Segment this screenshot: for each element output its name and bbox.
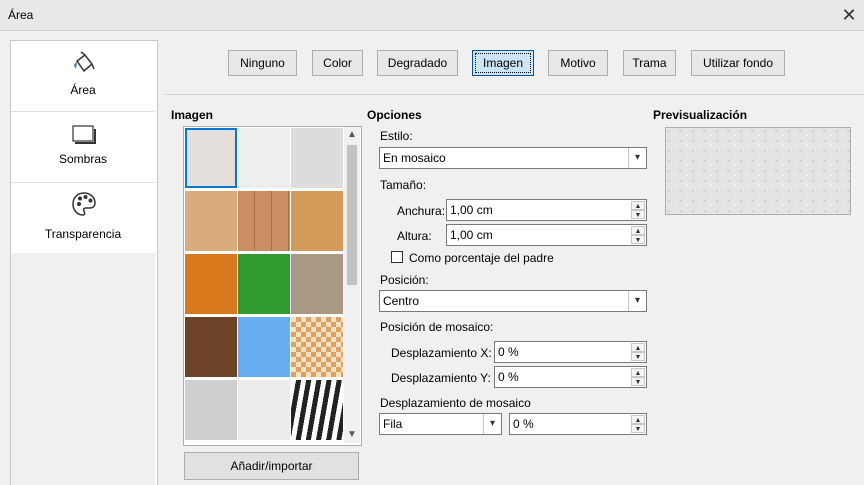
- preview-box: [665, 127, 851, 215]
- position-label: Posición:: [380, 273, 429, 287]
- position-select[interactable]: Centro ▾: [379, 290, 647, 312]
- tile-offset-field[interactable]: 0 % ▲ ▼: [509, 413, 647, 435]
- image-tile-coffee-beans[interactable]: [185, 317, 237, 377]
- relative-label: Como porcentaje del padre: [409, 251, 554, 265]
- height-field[interactable]: 1,00 cm ▲ ▼: [446, 224, 647, 246]
- decrement-icon[interactable]: ▼: [631, 424, 645, 433]
- image-tile-concrete[interactable]: [185, 380, 237, 440]
- preview-texture: [666, 128, 850, 214]
- image-tile-mosaic-tiles[interactable]: [291, 317, 343, 377]
- chevron-down-icon[interactable]: ▾: [628, 291, 646, 311]
- tab-image[interactable]: Imagen: [472, 50, 534, 76]
- image-tile-autumn-leaves[interactable]: [185, 254, 237, 314]
- tab-color[interactable]: Color: [312, 50, 363, 76]
- decrement-icon[interactable]: ▼: [631, 210, 645, 219]
- tab-none[interactable]: Ninguno: [228, 50, 297, 76]
- y-offset-field[interactable]: 0 % ▲ ▼: [494, 366, 647, 388]
- scroll-up-icon[interactable]: ▲: [344, 127, 360, 143]
- sidebar-item-label: Transparencia: [44, 227, 122, 241]
- image-gallery: ▲ ▼: [183, 126, 362, 446]
- image-tile-wood-planks[interactable]: [238, 191, 290, 251]
- increment-icon[interactable]: ▲: [631, 368, 645, 377]
- image-tile-grass[interactable]: [238, 254, 290, 314]
- decrement-icon[interactable]: ▼: [631, 352, 645, 361]
- tab-pattern[interactable]: Motivo: [548, 50, 608, 76]
- size-label: Tamaño:: [380, 178, 427, 192]
- window-title: Área: [8, 8, 34, 22]
- image-tile-wood-grain[interactable]: [291, 191, 343, 251]
- style-select[interactable]: En mosaico ▾: [379, 147, 647, 169]
- decrement-icon[interactable]: ▼: [631, 235, 645, 244]
- increment-icon[interactable]: ▲: [631, 201, 645, 210]
- image-tile-paper-crumpled[interactable]: [291, 128, 343, 188]
- x-offset-field[interactable]: 0 % ▲ ▼: [494, 341, 647, 363]
- tab-use-background[interactable]: Utilizar fondo: [691, 50, 785, 76]
- image-tile-pebbles[interactable]: [291, 254, 343, 314]
- sidebar-item-transparency[interactable]: Transparencia: [11, 183, 155, 253]
- sidebar: Área Sombras Transparencia: [10, 40, 158, 485]
- height-label: Altura:: [397, 229, 432, 243]
- options-title: Opciones: [367, 108, 422, 122]
- width-label: Anchura:: [397, 204, 446, 218]
- increment-icon[interactable]: ▲: [631, 226, 645, 235]
- tab-hatch[interactable]: Trama: [623, 50, 676, 76]
- image-tile-sky-clouds[interactable]: [238, 317, 290, 377]
- sidebar-item-area[interactable]: Área: [11, 41, 155, 112]
- scrollbar-thumb[interactable]: [347, 145, 357, 285]
- close-icon[interactable]: ✕: [838, 4, 860, 26]
- title-bar: [0, 0, 864, 31]
- relative-checkbox[interactable]: [391, 251, 403, 263]
- shadow-icon: [72, 125, 96, 144]
- decrement-icon[interactable]: ▼: [631, 377, 645, 386]
- gallery-scrollbar[interactable]: ▲ ▼: [344, 127, 360, 443]
- tile-offset-mode-select[interactable]: Fila ▾: [379, 413, 502, 435]
- image-section-title: Imagen: [171, 108, 214, 122]
- image-tile-fabric-white[interactable]: [238, 380, 290, 440]
- tab-gradient[interactable]: Degradado: [377, 50, 458, 76]
- sidebar-item-label: Área: [70, 83, 96, 97]
- image-tile-paper-texture[interactable]: [238, 128, 290, 188]
- paint-bucket-icon: [74, 51, 95, 73]
- sidebar-empty-area: [11, 253, 155, 485]
- tile-offset-label: Desplazamiento de mosaico: [380, 396, 531, 410]
- style-label: Estilo:: [380, 129, 413, 143]
- image-tile-zebra[interactable]: [291, 380, 343, 440]
- sidebar-item-shadows[interactable]: Sombras: [11, 112, 155, 183]
- tabs-divider: [164, 94, 864, 95]
- add-import-button[interactable]: Añadir/importar: [184, 452, 359, 480]
- increment-icon[interactable]: ▲: [631, 415, 645, 424]
- tile-position-label: Posición de mosaico:: [380, 320, 494, 334]
- image-tile-painted-white[interactable]: [185, 128, 237, 188]
- x-offset-label: Desplazamiento X:: [391, 346, 492, 360]
- image-tile-wood-light[interactable]: [185, 191, 237, 251]
- y-offset-label: Desplazamiento Y:: [391, 371, 491, 385]
- width-field[interactable]: 1,00 cm ▲ ▼: [446, 199, 647, 221]
- chevron-down-icon[interactable]: ▾: [628, 148, 646, 168]
- chevron-down-icon[interactable]: ▾: [483, 414, 501, 434]
- preview-title: Previsualización: [653, 108, 748, 122]
- sidebar-item-label: Sombras: [58, 152, 108, 166]
- palette-icon: [72, 192, 96, 216]
- increment-icon[interactable]: ▲: [631, 343, 645, 352]
- scroll-down-icon[interactable]: ▼: [344, 427, 360, 443]
